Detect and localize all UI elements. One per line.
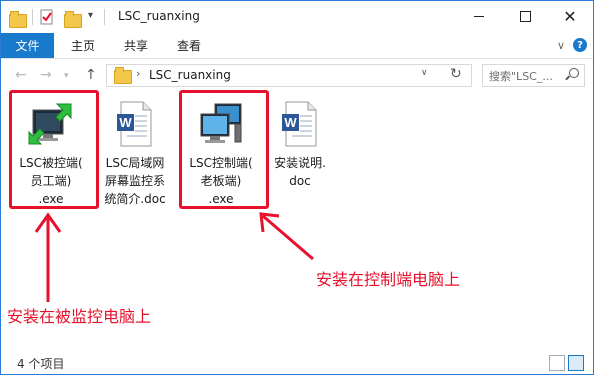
- chevron-right-icon[interactable]: ›: [136, 67, 140, 80]
- search-input[interactable]: 搜索"LSC_...: [482, 64, 585, 87]
- refresh-icon[interactable]: ↻: [450, 66, 462, 82]
- window-title: LSC_ruanxing: [118, 9, 200, 23]
- properties-icon[interactable]: [39, 9, 55, 25]
- status-bar: 4 个项目: [1, 351, 593, 374]
- up-arrow-icon[interactable]: ↑: [85, 67, 97, 83]
- divider: [104, 9, 105, 25]
- ribbon: 文件 主页 共享 查看 ∨ ?: [1, 33, 593, 59]
- arrow-diag-line: [262, 214, 314, 261]
- chevron-down-icon[interactable]: ▾: [88, 10, 93, 21]
- tab-home[interactable]: 主页: [71, 33, 95, 58]
- back-arrow-icon[interactable]: ←: [15, 67, 27, 83]
- search-placeholder: 搜索"LSC_...: [489, 70, 553, 83]
- tab-file[interactable]: 文件: [1, 33, 54, 58]
- tab-share[interactable]: 共享: [124, 33, 148, 58]
- minimize-icon: [474, 16, 484, 17]
- new-folder-icon[interactable]: [64, 11, 82, 28]
- close-button[interactable]: ✕: [547, 1, 593, 32]
- details-view-icon[interactable]: [549, 355, 565, 371]
- explorer-window: ▾ LSC_ruanxing ✕ 文件 主页 共享 查看 ∨ ? ← → ▾ ↑…: [0, 0, 594, 375]
- minimize-button[interactable]: [456, 1, 502, 32]
- recent-locations-icon[interactable]: ▾: [64, 71, 69, 81]
- annotation-monitored: 安装在被监控电脑上: [7, 307, 152, 326]
- maximize-icon: [519, 11, 531, 22]
- folder-icon: [114, 67, 132, 84]
- address-path: LSC_ruanxing: [149, 68, 231, 82]
- tab-view[interactable]: 查看: [177, 33, 201, 58]
- annotation-control: 安装在控制端电脑上: [316, 270, 461, 289]
- maximize-button[interactable]: [502, 1, 548, 32]
- item-count: 4 个项目: [17, 357, 65, 371]
- close-icon: ✕: [563, 6, 577, 26]
- forward-arrow-icon[interactable]: →: [40, 67, 52, 83]
- help-icon[interactable]: ?: [573, 38, 587, 52]
- folder-icon: [9, 11, 27, 28]
- chevron-down-icon[interactable]: ∨: [421, 68, 428, 78]
- large-icons-view-icon[interactable]: [568, 355, 584, 371]
- title-bar: ▾ LSC_ruanxing ✕: [1, 1, 593, 33]
- divider: [32, 9, 33, 25]
- address-bar[interactable]: › LSC_ruanxing ∨ ↻: [106, 64, 472, 87]
- expand-ribbon-icon[interactable]: ∨: [557, 39, 565, 52]
- file-list: LSC被控端( 员工端) .exe W LSC局域网 屏幕监控系 统简介.doc: [1, 90, 593, 350]
- navigation-bar: ← → ▾ ↑ › LSC_ruanxing ∨ ↻ 搜索"LSC_...: [1, 59, 593, 91]
- search-icon: [569, 68, 579, 78]
